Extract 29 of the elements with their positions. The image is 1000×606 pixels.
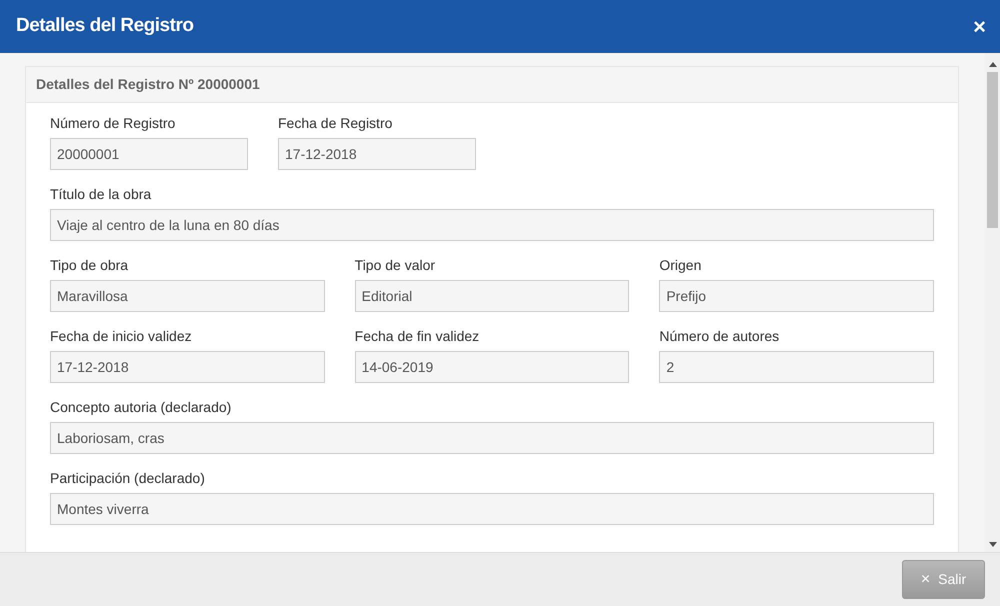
field-label: Tipo de valor xyxy=(354,257,436,273)
field-label: Fecha de inicio validez xyxy=(50,328,193,344)
text-field[interactable]: Montes viverra xyxy=(50,493,934,525)
field-label: Fecha de fin validez xyxy=(354,328,480,344)
scrollbar[interactable] xyxy=(985,53,1000,552)
field-label: Número de Registro xyxy=(50,115,176,131)
scroll-up-icon[interactable] xyxy=(988,62,996,67)
window-title: Detalles del Registro xyxy=(16,14,194,38)
field-label: Concepto autoria (declarado) xyxy=(50,399,232,415)
text-field[interactable]: Maravillosa xyxy=(50,280,325,312)
field-label: Participación (declarado) xyxy=(50,470,206,486)
text-field[interactable]: 14-06-2019 xyxy=(354,351,630,383)
close-button[interactable]: × xyxy=(973,16,986,38)
scroll-down-icon[interactable] xyxy=(988,542,996,547)
panel-heading: Detalles del Registro Nº 20000001 xyxy=(36,75,260,94)
text-field[interactable]: Laboriosam, cras xyxy=(50,422,934,454)
field-label: Fecha de Registro xyxy=(278,115,394,131)
text-field[interactable]: 17-12-2018 xyxy=(50,351,325,383)
text-field[interactable]: 17-12-2018 xyxy=(278,138,476,170)
field-label: Número de autores xyxy=(659,328,780,344)
text-field[interactable]: 20000001 xyxy=(50,138,248,170)
field-label: Tipo de obra xyxy=(50,257,130,273)
text-field[interactable]: Prefijo xyxy=(659,280,934,312)
text-field[interactable]: 2 xyxy=(659,351,934,383)
scrollbar-thumb[interactable] xyxy=(987,72,998,228)
field-label: Origen xyxy=(659,257,702,273)
text-field[interactable]: Viaje al centro de la luna en 80 días xyxy=(50,209,934,241)
field-label: Título de la obra xyxy=(50,186,152,202)
text-field[interactable]: Editorial xyxy=(354,280,630,312)
